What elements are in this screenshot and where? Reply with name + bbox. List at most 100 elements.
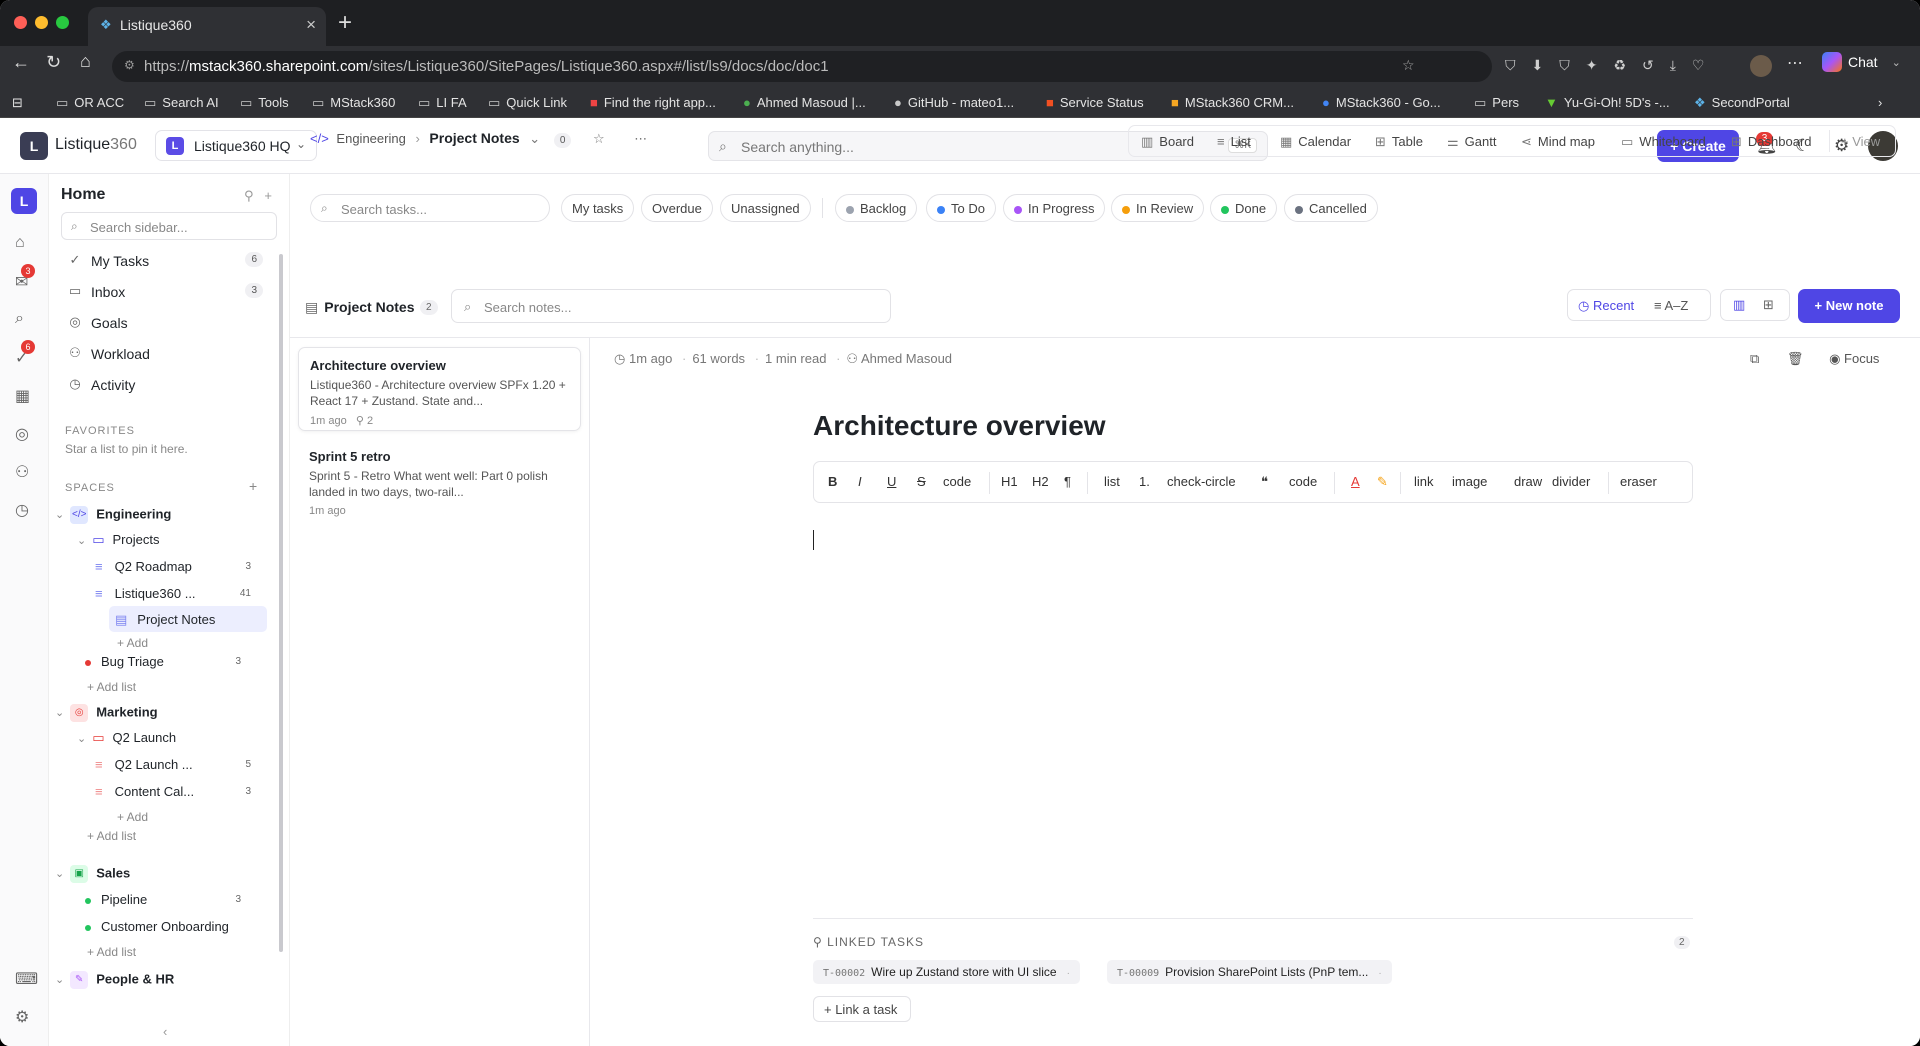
people-icon[interactable]: ⚇ (15, 462, 29, 482)
list-bug-triage[interactable]: Bug Triage 3 (85, 654, 275, 669)
target-icon[interactable]: ◎ (15, 424, 29, 444)
space-sales[interactable]: ⌄ ▣ Sales (55, 865, 130, 883)
editor-body[interactable] (813, 530, 814, 550)
new-tab-button[interactable]: + (338, 9, 352, 37)
minimize-window-button[interactable] (35, 16, 48, 29)
app-logo[interactable]: L (20, 132, 48, 160)
sidebar-search-input[interactable]: ⌕ Search sidebar... (61, 212, 277, 240)
rail-workspace-icon[interactable]: L (11, 188, 37, 214)
link-button[interactable]: link (1414, 474, 1434, 489)
linked-task-chip[interactable]: T-00002 Wire up Zustand store with UI sli… (813, 960, 1080, 984)
bookmark-item[interactable]: ■ Service Status (1046, 95, 1144, 110)
note-card[interactable]: Sprint 5 retro Sprint 5 - Retro What wen… (298, 439, 581, 519)
add-list-button[interactable]: + Add list (87, 945, 136, 959)
tab-dashboard[interactable]: ⊞ Dashboard (1731, 134, 1812, 150)
pin-icon[interactable]: ⚲ (244, 188, 254, 203)
list-pipeline[interactable]: Pipeline 3 (85, 892, 275, 907)
browser-tab[interactable]: ❖ Listique360 × (88, 7, 326, 46)
back-icon[interactable]: ← (12, 52, 30, 73)
filter-status-in-review[interactable]: In Review (1111, 194, 1205, 222)
tab-whiteboard[interactable]: ▭ Whiteboard (1621, 134, 1706, 150)
bold-button[interactable]: B (828, 474, 837, 489)
chat-button[interactable]: Chat ⌄ (1822, 52, 1901, 82)
bookmark-item[interactable]: ▭ Search AI (144, 95, 219, 111)
settings-icon[interactable]: ⚙ (15, 1007, 29, 1027)
filter-status-done[interactable]: Done (1210, 194, 1278, 222)
breadcrumb-parent[interactable]: Engineering (336, 131, 405, 146)
strike-button[interactable]: S (917, 474, 926, 489)
sidebar-scrollbar[interactable] (279, 254, 283, 952)
profile-avatar[interactable] (1750, 55, 1772, 77)
note-card[interactable]: Architecture overview Listique360 - Arch… (298, 347, 581, 431)
tab-gantt[interactable]: ⚌ Gantt (1447, 134, 1496, 150)
search-icon[interactable]: ⌕ (15, 310, 24, 328)
list-project-notes[interactable]: ▤ Project Notes (115, 612, 215, 628)
bookmark-item[interactable]: ▭ MStack360 (312, 95, 395, 111)
image-button[interactable]: image (1452, 474, 1487, 489)
notes-search-input[interactable]: ⌕ Search notes... (451, 289, 891, 323)
add-list-button[interactable]: + Add list (87, 829, 136, 843)
bullet-list-button[interactable]: list (1104, 474, 1120, 489)
bookmark-item[interactable]: ■ MStack360 CRM... (1171, 95, 1294, 110)
close-tab-icon[interactable]: × (306, 15, 316, 35)
linked-task-chip[interactable]: T-00009 Provision SharePoint Lists (PnP t… (1107, 960, 1392, 984)
site-info-icon[interactable]: ⚙ (124, 58, 135, 72)
task-search-input[interactable]: ⌕ Search tasks... (310, 194, 550, 222)
tab-calendar[interactable]: ▦ Calendar (1280, 134, 1351, 150)
bookmark-item[interactable]: ▭ OR ACC (56, 95, 124, 111)
space-marketing[interactable]: ⌄ ◎ Marketing (55, 704, 158, 722)
bookmark-item[interactable]: ▭ Quick Link (488, 95, 567, 111)
chevron-down-icon[interactable]: ⌄ (529, 131, 540, 146)
calendar-icon[interactable]: ▦ (15, 386, 30, 406)
home-icon[interactable]: ⌂ (80, 51, 91, 72)
sidebar-item-workload[interactable]: ⚇ Workload (61, 341, 267, 367)
filter-my-tasks[interactable]: My tasks (561, 194, 635, 222)
add-space-icon[interactable]: + (249, 478, 257, 494)
zoom-window-button[interactable] (56, 16, 69, 29)
link-task-button[interactable]: + Link a task (813, 996, 911, 1022)
filter-unassigned[interactable]: Unassigned (720, 194, 811, 222)
heading1-button[interactable]: H1 (1001, 474, 1018, 489)
code-block-button[interactable]: code (1289, 474, 1317, 489)
sort-recent-button[interactable]: ◷ Recent (1578, 298, 1634, 314)
more-icon[interactable]: ⋯ (634, 131, 647, 146)
extensions-icon[interactable]: ⛉⬇⛉✦♻↺⤓♡ (1505, 57, 1720, 74)
underline-button[interactable]: U (887, 474, 896, 489)
quote-button[interactable]: ❝ (1261, 474, 1268, 490)
filter-status-cancelled[interactable]: Cancelled (1284, 194, 1378, 222)
new-note-button[interactable]: + New note (1798, 289, 1900, 323)
list-q2-launch[interactable]: ≡ Q2 Launch ... 5 (95, 757, 275, 772)
sort-az-button[interactable]: ≡ A–Z (1654, 298, 1688, 313)
star-icon[interactable]: ☆ (593, 131, 605, 146)
add-list-button[interactable]: + Add list (87, 680, 136, 694)
filter-status-todo[interactable]: To Do (926, 194, 996, 222)
divider-button[interactable]: divider (1552, 474, 1590, 489)
trash-icon[interactable]: 🗑︎ (1787, 351, 1804, 366)
text-color-button[interactable]: A (1351, 474, 1360, 489)
sidebar-item-inbox[interactable]: ▭ Inbox 3 (61, 279, 267, 305)
add-list-item-button[interactable]: + Add (117, 810, 148, 824)
clock-icon[interactable]: ◷ (15, 500, 29, 520)
heading2-button[interactable]: H2 (1032, 474, 1049, 489)
tab-list[interactable]: ≡ List (1217, 134, 1251, 149)
filter-status-backlog[interactable]: Backlog (835, 194, 918, 222)
sidebar-item-activity[interactable]: ◷ Activity (61, 372, 267, 398)
list-customer-onboarding[interactable]: Customer Onboarding (85, 919, 229, 934)
highlight-button[interactable]: ✎ (1377, 474, 1388, 490)
bookmark-item[interactable]: ▭ LI FA (418, 95, 467, 111)
eraser-button[interactable]: eraser (1620, 474, 1657, 489)
note-title[interactable]: Architecture overview (813, 410, 1106, 442)
tab-mind-map[interactable]: ⋖ Mind map (1521, 134, 1595, 150)
tab-table[interactable]: ⊞ Table (1375, 134, 1423, 150)
sidebar-item-goals[interactable]: ◎ Goals (61, 310, 267, 336)
copy-icon[interactable]: ⧉ (1750, 351, 1759, 366)
filter-status-in-progress[interactable]: In Progress (1003, 194, 1106, 222)
bookmark-item[interactable]: ● GitHub - mateo1... (894, 95, 1014, 110)
board-icon[interactable]: ▥ (1733, 297, 1745, 313)
chevron-right-icon[interactable]: › (1878, 95, 1882, 110)
grid-icon[interactable]: ⊞ (1763, 297, 1774, 313)
bookmark-item[interactable]: ● MStack360 - Go... (1322, 95, 1441, 110)
list-listique360[interactable]: ≡ Listique360 ... 41 (95, 586, 275, 601)
tab-board[interactable]: ▥ Board (1141, 134, 1194, 150)
numbered-list-button[interactable]: 1. (1139, 474, 1150, 489)
